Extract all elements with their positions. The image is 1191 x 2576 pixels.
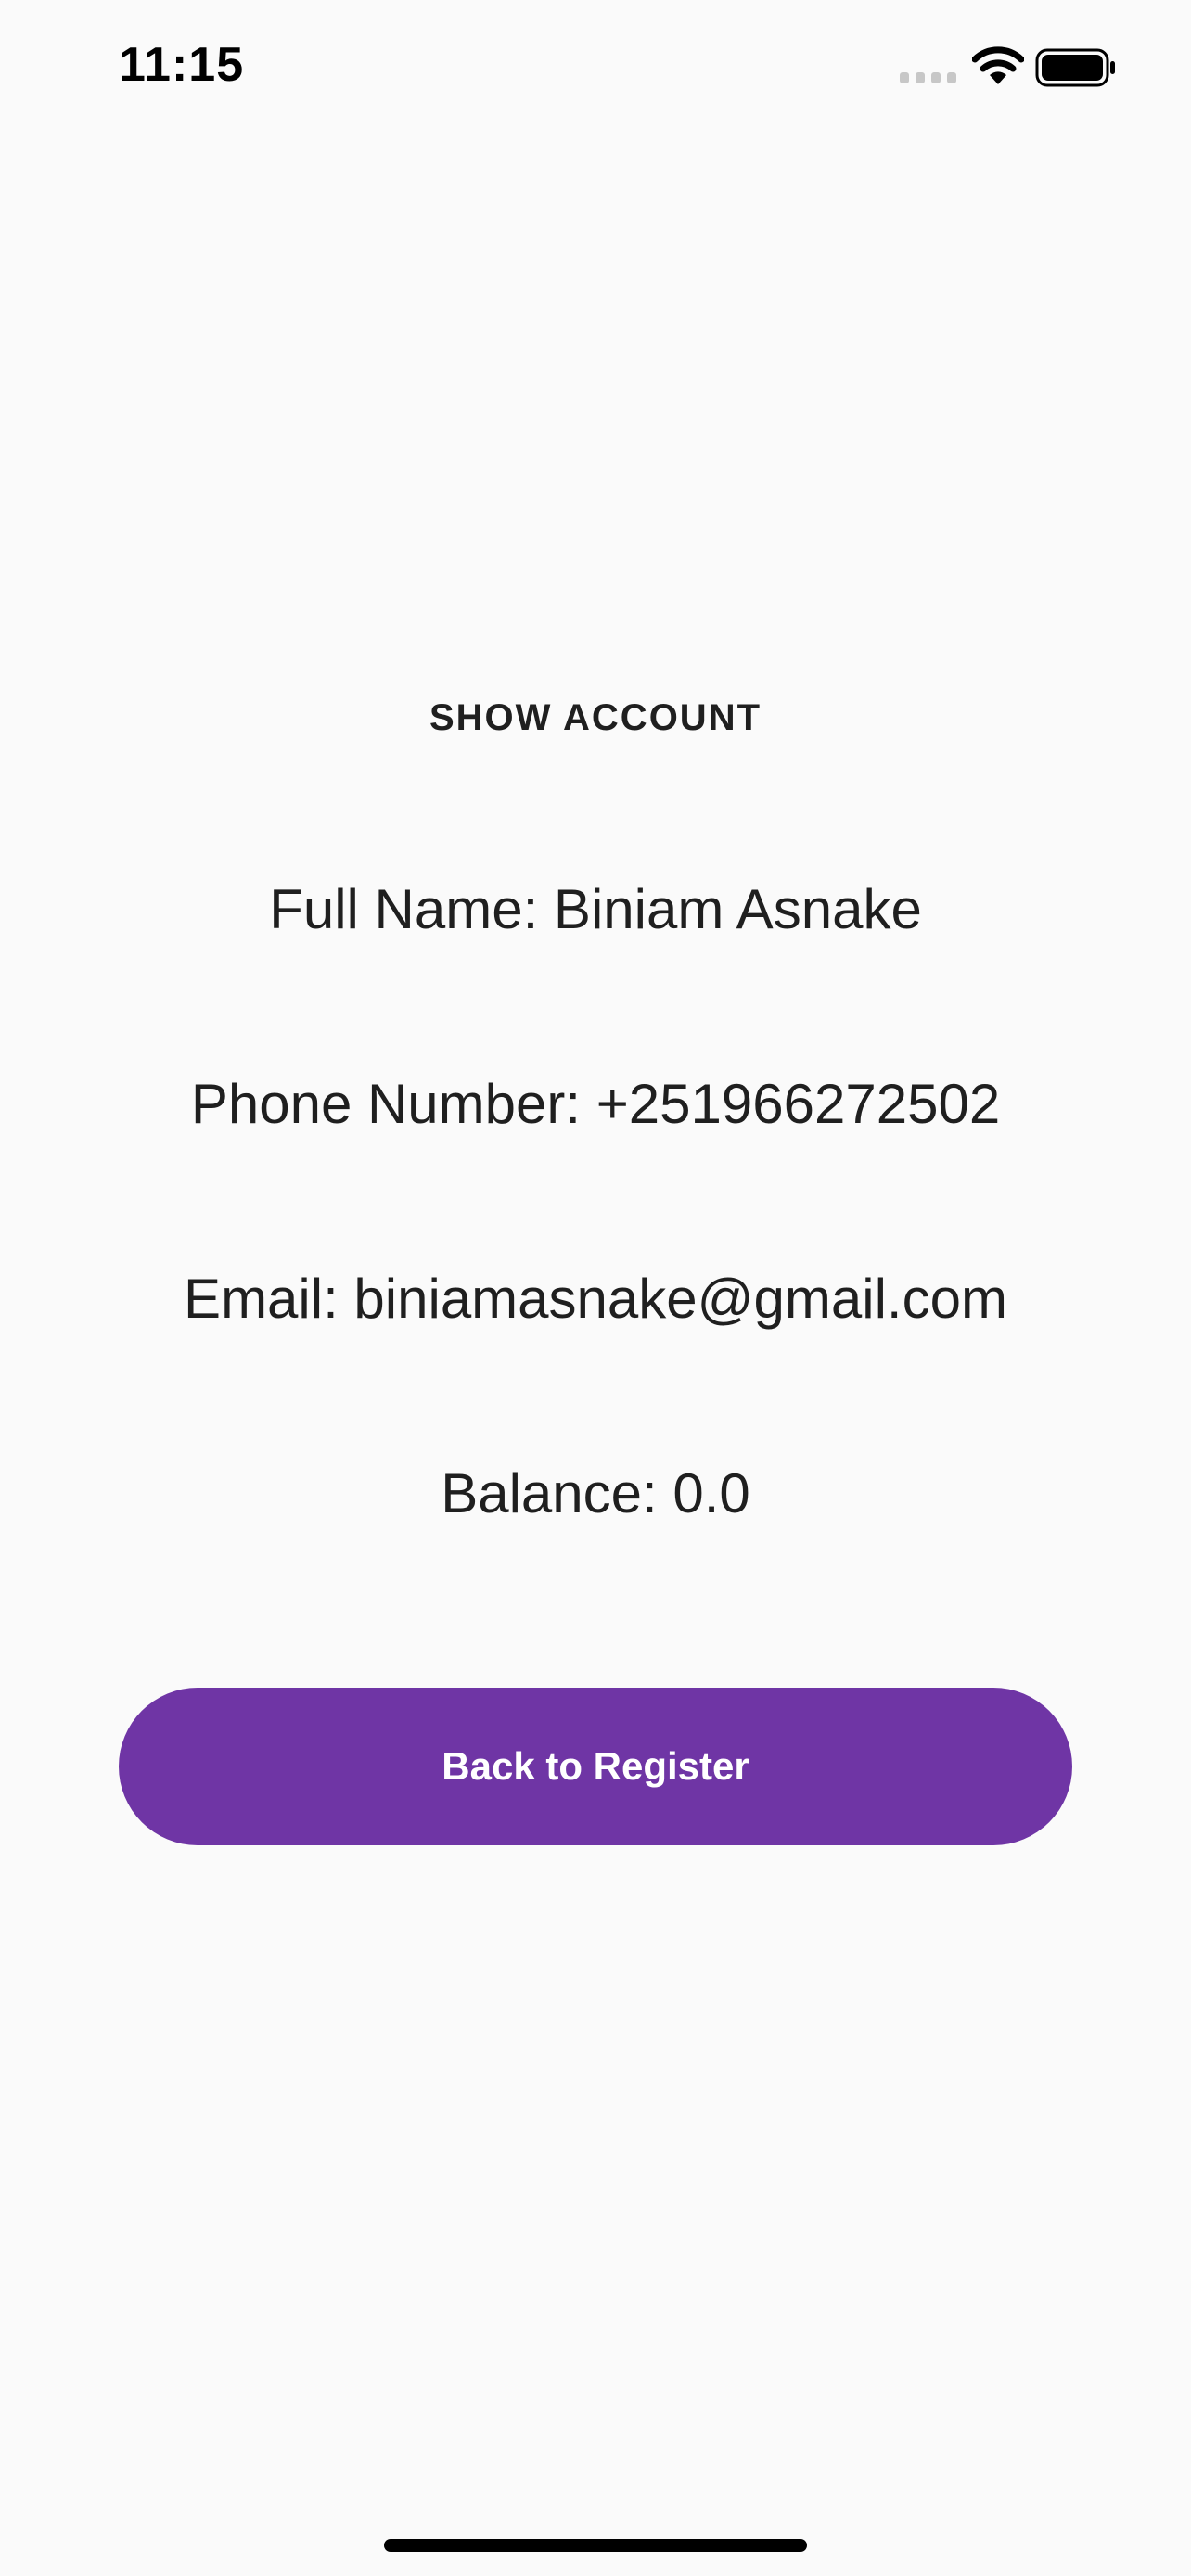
signal-icon: [900, 72, 956, 83]
email-text: Email: biniamasnake@gmail.com: [184, 1268, 1007, 1330]
page-title: SHOW ACCOUNT: [429, 697, 762, 738]
wifi-icon: [972, 46, 1024, 84]
balance-text: Balance: 0.0: [441, 1462, 750, 1524]
full-name-text: Full Name: Biniam Asnake: [269, 878, 922, 940]
phone-number-text: Phone Number: +251966272502: [190, 1073, 1001, 1135]
status-time: 11:15: [119, 38, 245, 92]
battery-icon: [1035, 48, 1115, 87]
status-bar: 11:15: [0, 0, 1191, 130]
home-indicator: [384, 2539, 807, 2552]
back-to-register-button[interactable]: Back to Register: [119, 1688, 1072, 1845]
